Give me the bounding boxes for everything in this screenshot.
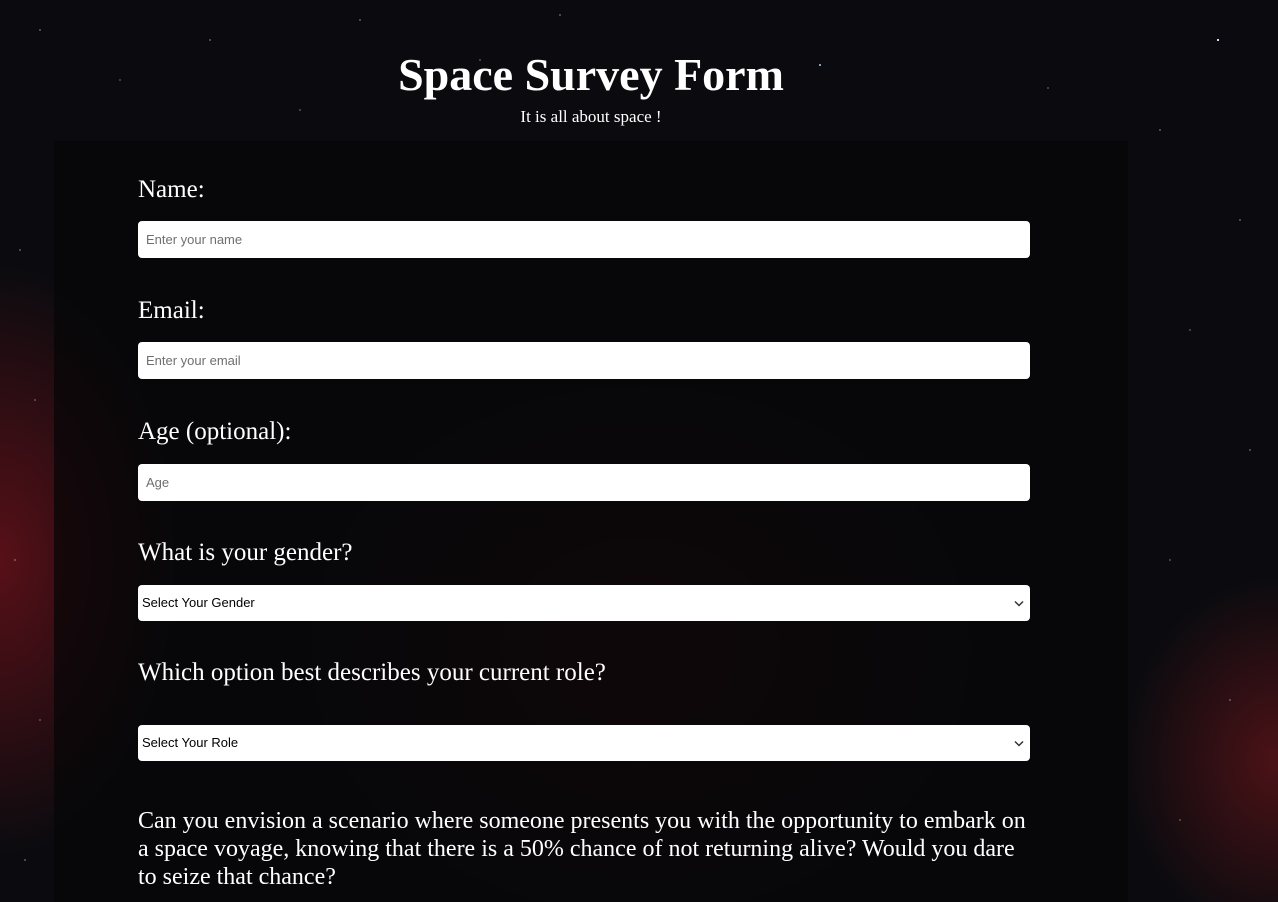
survey-form: Name: Email: Age (optional): What is you… xyxy=(54,141,1128,902)
name-input[interactable] xyxy=(138,221,1030,258)
chevron-down-icon xyxy=(1013,585,1025,621)
gender-select[interactable]: Select Your Gender xyxy=(138,585,1030,621)
name-label: Name: xyxy=(138,176,205,203)
role-select-value: Select Your Role xyxy=(142,735,239,750)
chevron-down-icon xyxy=(1013,725,1025,761)
page-header: Space Survey Form It is all about space … xyxy=(0,0,1182,128)
age-input[interactable] xyxy=(138,464,1030,501)
voyage-question: Can you envision a scenario where someon… xyxy=(138,808,1026,890)
role-select[interactable]: Select Your Role xyxy=(138,725,1030,761)
page-subtitle: It is all about space ! xyxy=(520,107,662,126)
email-label: Email: xyxy=(138,297,205,324)
gender-select-value: Select Your Gender xyxy=(142,595,255,610)
email-input[interactable] xyxy=(138,342,1030,379)
gender-label: What is your gender? xyxy=(138,539,353,566)
page-title: Space Survey Form xyxy=(398,49,784,100)
role-label: Which option best describes your current… xyxy=(138,659,606,686)
age-label: Age (optional): xyxy=(138,418,292,445)
